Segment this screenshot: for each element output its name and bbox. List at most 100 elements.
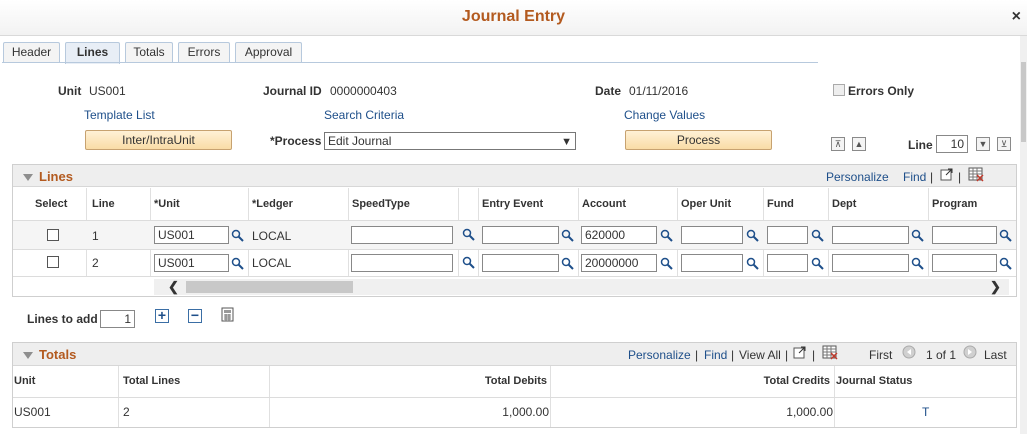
process-button[interactable]: Process [625,130,772,150]
speedtype-input[interactable] [351,226,453,244]
spreadsheet-download-icon[interactable] [822,345,838,360]
search-icon[interactable] [561,257,574,270]
lines-to-add-input[interactable]: 1 [100,310,135,328]
search-icon[interactable] [231,229,244,242]
view-all-link[interactable]: View All [739,348,781,362]
search-icon[interactable] [231,257,244,270]
close-icon[interactable]: × [1012,8,1021,26]
row-unit-input[interactable]: US001 [154,226,229,244]
tab-lines-label: Lines [76,45,109,59]
separator: | [958,170,962,184]
inter-intra-unit-button[interactable]: Inter/IntraUnit [85,130,232,150]
search-icon[interactable] [462,256,475,269]
next-page-icon[interactable] [963,345,977,359]
search-icon[interactable] [911,229,924,242]
process-select[interactable]: Edit Journal ▼ [324,132,576,150]
entry-event-input[interactable] [482,226,559,244]
previous-page-icon[interactable] [902,345,916,359]
speedtype-input[interactable] [351,254,453,272]
search-icon[interactable] [462,228,475,241]
search-criteria-link[interactable]: Search Criteria [324,108,404,122]
total-credits-value: 1,000.00 [786,405,833,419]
row-ledger: LOCAL [252,229,292,243]
tab-header[interactable]: Header [3,42,60,62]
search-icon[interactable] [811,257,824,270]
scroll-left-icon[interactable]: ❮ [168,279,179,295]
program-input[interactable] [932,226,997,244]
tab-approval[interactable]: Approval [235,42,302,62]
horizontal-scrollbar-thumb[interactable] [186,281,353,293]
totals-grid-header [13,343,1016,366]
new-window-icon[interactable] [793,345,807,359]
totals-lines-value: 2 [123,405,130,419]
collapse-triangle-icon[interactable] [23,352,33,359]
col-program: Program [932,198,978,210]
page-indicator: 1 of 1 [926,348,957,362]
totals-personalize-link[interactable]: Personalize [628,348,691,362]
search-icon[interactable] [999,257,1012,270]
search-icon[interactable] [999,229,1012,242]
lines-find-link[interactable]: Find [903,170,926,184]
tab-lines[interactable]: Lines [65,42,120,64]
row-select-checkbox[interactable] [47,229,59,241]
line-input[interactable]: 10 [936,135,968,153]
col-total-credits: Total Credits [763,375,830,387]
journal-status-link[interactable]: T [922,405,929,419]
entry-event-input[interactable] [482,254,559,272]
tab-divider [2,62,818,63]
tab-errors[interactable]: Errors [178,42,230,62]
search-icon[interactable] [811,229,824,242]
row-select-checkbox[interactable] [47,256,59,268]
col-ledger: *Ledger [252,198,293,210]
tab-totals[interactable]: Totals [125,42,173,62]
program-input[interactable] [932,254,997,272]
lines-personalize-link[interactable]: Personalize [826,170,889,184]
change-values-link[interactable]: Change Values [624,108,705,122]
last-line-icon[interactable]: ⊻ [997,137,1011,151]
oper-unit-input[interactable] [681,226,743,244]
oper-unit-input[interactable] [681,254,743,272]
delete-row-icon[interactable]: − [188,308,202,323]
journal-id-label: Journal ID [263,84,322,98]
date-value: 01/11/2016 [629,84,689,98]
search-icon[interactable] [660,257,673,270]
search-icon[interactable] [746,229,759,242]
separator: | [785,348,789,362]
row-line: 2 [92,256,99,270]
errors-only-checkbox[interactable] [833,84,845,96]
dept-input[interactable] [832,254,909,272]
tab-totals-label: Totals [133,45,165,59]
fund-input[interactable] [767,226,808,244]
unit-value: US001 [89,84,126,98]
scroll-right-icon[interactable]: ❯ [990,279,1001,295]
last-label: Last [984,348,1007,362]
collapse-triangle-icon[interactable] [23,174,33,181]
search-icon[interactable] [660,229,673,242]
template-list-link[interactable]: Template List [84,108,155,122]
search-icon[interactable] [911,257,924,270]
journal-id-value: 0000000403 [330,84,397,98]
col-total-debits: Total Debits [484,375,547,387]
tab-approval-label: Approval [244,45,293,59]
new-window-icon[interactable] [940,167,954,181]
previous-line-icon[interactable]: ▲ [852,137,866,151]
add-row-icon[interactable]: + [155,308,169,323]
search-icon[interactable] [746,257,759,270]
unit-label: Unit [58,84,82,98]
calculator-icon[interactable] [221,307,235,323]
separator: | [695,348,699,362]
first-line-icon[interactable]: ⊼ [831,137,845,151]
search-icon[interactable] [561,229,574,242]
spreadsheet-download-icon[interactable] [968,167,984,182]
separator: | [930,170,934,184]
tab-errors-label: Errors [187,45,221,59]
row-unit-input[interactable]: US001 [154,254,229,272]
vertical-scrollbar-thumb[interactable] [1021,62,1026,142]
account-input[interactable]: 620000 [581,226,657,244]
fund-input[interactable] [767,254,808,272]
account-input[interactable]: 20000000 [581,254,657,272]
totals-find-link[interactable]: Find [704,348,727,362]
dept-input[interactable] [832,226,909,244]
next-line-icon[interactable]: ▼ [976,137,990,151]
chevron-down-icon: ▼ [561,136,572,148]
